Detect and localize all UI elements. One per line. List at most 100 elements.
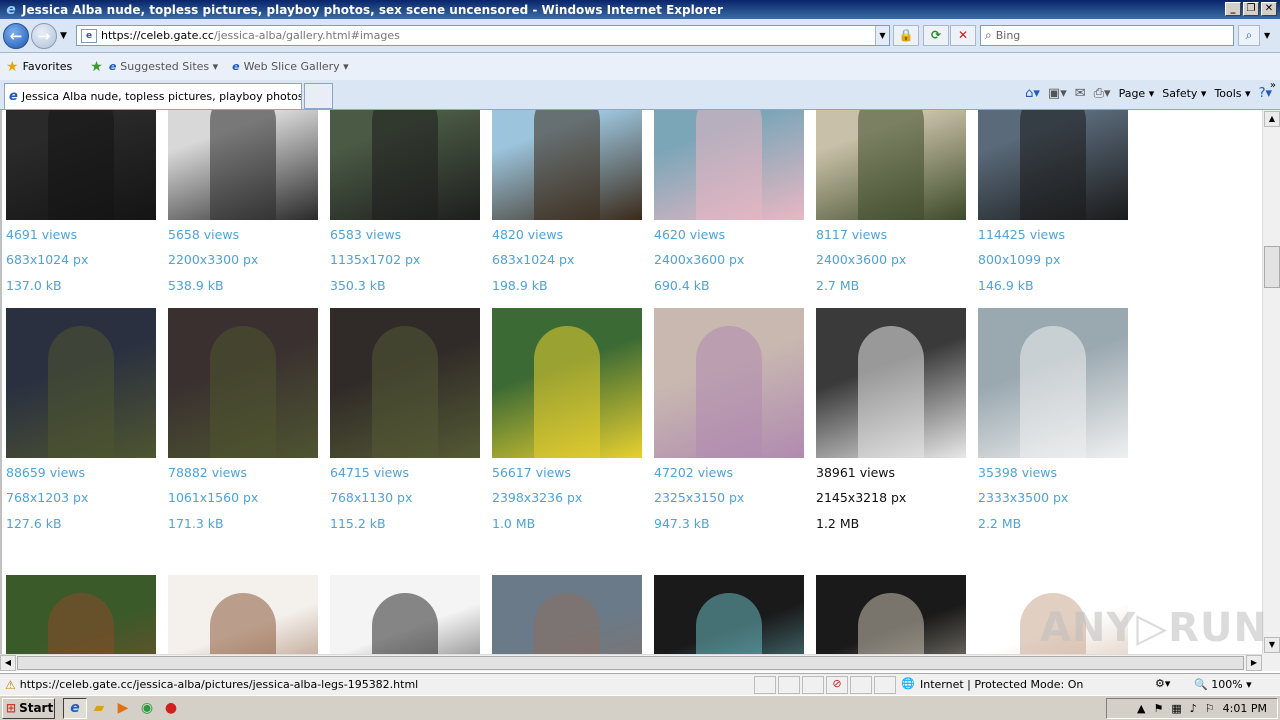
print-icon[interactable]: ⎙▾ <box>1094 86 1111 101</box>
close-button[interactable]: ✕ <box>1261 2 1277 16</box>
image-dimensions[interactable]: 2333x3500 px <box>978 490 1068 505</box>
scroll-right-icon[interactable]: ▶ <box>1246 655 1262 671</box>
home-icon[interactable]: ⌂▾ <box>1025 86 1040 101</box>
search-options-chevron-icon[interactable]: ▼ <box>1264 31 1270 40</box>
page-menu[interactable]: Page ▾ <box>1119 87 1155 100</box>
view-count[interactable]: 78882 views <box>168 465 247 480</box>
gallery-thumbnail[interactable] <box>654 110 804 220</box>
view-count[interactable]: 6583 views <box>330 227 401 242</box>
gallery-thumbnail[interactable] <box>168 308 318 458</box>
file-size[interactable]: 171.3 kB <box>168 516 224 531</box>
horizontal-scroll-thumb[interactable] <box>17 656 1244 670</box>
file-size[interactable]: 115.2 kB <box>330 516 386 531</box>
search-input[interactable]: Bing <box>996 29 1021 42</box>
file-size[interactable]: 2.2 MB <box>978 516 1021 531</box>
file-size[interactable]: 1.2 MB <box>816 516 859 531</box>
toolbar-overflow-icon[interactable]: » <box>1270 80 1276 91</box>
image-dimensions[interactable]: 683x1024 px <box>492 252 574 267</box>
file-size[interactable]: 127.6 kB <box>6 516 62 531</box>
file-size[interactable]: 1.0 MB <box>492 516 535 531</box>
flag-icon[interactable]: ⚐ <box>1205 702 1215 715</box>
gallery-thumbnail[interactable] <box>978 110 1128 220</box>
image-dimensions[interactable]: 768x1130 px <box>330 490 412 505</box>
gallery-thumbnail[interactable] <box>816 575 966 654</box>
gallery-thumbnail[interactable] <box>330 308 480 458</box>
view-count[interactable]: 4820 views <box>492 227 563 242</box>
view-count[interactable]: 5658 views <box>168 227 239 242</box>
image-dimensions[interactable]: 2398x3236 px <box>492 490 582 505</box>
lock-icon[interactable]: 🔒 <box>893 25 919 46</box>
vertical-scroll-thumb[interactable] <box>1264 246 1280 288</box>
view-count[interactable]: 8117 views <box>816 227 887 242</box>
taskbar-media-player-icon[interactable]: ▶ <box>111 698 135 719</box>
new-tab-button[interactable] <box>304 83 333 109</box>
image-dimensions[interactable]: 800x1099 px <box>978 252 1060 267</box>
view-count[interactable]: 35398 views <box>978 465 1057 480</box>
file-size[interactable]: 538.9 kB <box>168 278 224 293</box>
safety-menu[interactable]: Safety ▾ <box>1162 87 1206 100</box>
network-icon[interactable]: ▦ <box>1171 702 1181 715</box>
view-count[interactable]: 47202 views <box>654 465 733 480</box>
address-dropdown-icon[interactable]: ▼ <box>875 26 889 45</box>
image-dimensions[interactable]: 2400x3600 px <box>816 252 906 267</box>
start-button[interactable]: ⊞ Start <box>2 697 55 719</box>
view-count[interactable]: 4620 views <box>654 227 725 242</box>
vertical-scrollbar[interactable]: ▲ ▼ <box>1262 110 1280 654</box>
address-bar[interactable]: e https://celeb.gate.cc/jessica-alba/gal… <box>76 25 890 46</box>
gallery-thumbnail[interactable] <box>6 110 156 220</box>
gallery-thumbnail[interactable] <box>6 308 156 458</box>
feeds-icon[interactable]: ▣▾ <box>1048 86 1067 101</box>
clock[interactable]: 4:01 PM <box>1223 702 1267 715</box>
taskbar-ie-icon[interactable]: e <box>63 697 87 719</box>
search-button[interactable]: ⌕ <box>1238 25 1260 46</box>
view-count[interactable]: 114425 views <box>978 227 1065 242</box>
scroll-left-icon[interactable]: ◀ <box>0 655 16 671</box>
file-size[interactable]: 137.0 kB <box>6 278 62 293</box>
gallery-thumbnail[interactable] <box>492 110 642 220</box>
gallery-thumbnail[interactable] <box>492 308 642 458</box>
image-dimensions[interactable]: 2200x3300 px <box>168 252 258 267</box>
view-count[interactable]: 38961 views <box>816 465 895 480</box>
gallery-thumbnail[interactable] <box>330 110 480 220</box>
security-zone[interactable]: Internet | Protected Mode: On <box>920 678 1083 691</box>
gallery-thumbnail[interactable] <box>816 308 966 458</box>
minimize-button[interactable]: _ <box>1225 2 1241 16</box>
image-dimensions[interactable]: 1061x1560 px <box>168 490 258 505</box>
suggested-sites-button[interactable]: e Suggested Sites ▾ <box>109 60 218 73</box>
gallery-thumbnail[interactable] <box>654 308 804 458</box>
taskbar-avast-icon[interactable]: ● <box>159 698 183 719</box>
image-dimensions[interactable]: 2400x3600 px <box>654 252 744 267</box>
image-dimensions[interactable]: 2325x3150 px <box>654 490 744 505</box>
horizontal-scrollbar[interactable]: ◀ ▶ <box>0 654 1262 671</box>
restore-button[interactable]: ❐ <box>1243 2 1259 16</box>
taskbar-chrome-icon[interactable]: ◉ <box>135 698 159 719</box>
image-dimensions[interactable]: 768x1203 px <box>6 490 88 505</box>
tray-expand-icon[interactable]: ▲ <box>1137 702 1145 715</box>
gallery-thumbnail[interactable] <box>168 575 318 654</box>
refresh-icon[interactable]: ⟳ <box>923 25 949 46</box>
protected-mode-icon[interactable]: ⚙▾ <box>1155 677 1170 690</box>
address-url[interactable]: https://celeb.gate.cc/jessica-alba/galle… <box>101 29 400 42</box>
add-to-favorites-icon[interactable]: ★ <box>90 59 103 75</box>
zoom-level[interactable]: 🔍 100% ▾ <box>1194 678 1252 691</box>
file-size[interactable]: 690.4 kB <box>654 278 710 293</box>
gallery-thumbnail[interactable] <box>6 575 156 654</box>
volume-icon[interactable]: ♪ <box>1190 702 1197 715</box>
forward-button[interactable]: → <box>31 23 57 49</box>
favorites-button[interactable]: ★ Favorites <box>6 59 72 75</box>
view-count[interactable]: 88659 views <box>6 465 85 480</box>
scroll-up-icon[interactable]: ▲ <box>1264 111 1280 127</box>
tab-current[interactable]: e Jessica Alba nude, topless pictures, p… <box>4 83 302 109</box>
popup-blocker-icon[interactable]: ⊘ <box>826 676 848 694</box>
file-size[interactable]: 350.3 kB <box>330 278 386 293</box>
gallery-thumbnail[interactable] <box>330 575 480 654</box>
gallery-thumbnail[interactable] <box>492 575 642 654</box>
back-button[interactable]: ← <box>3 23 29 49</box>
gallery-thumbnail[interactable] <box>654 575 804 654</box>
view-count[interactable]: 4691 views <box>6 227 77 242</box>
search-box[interactable]: ⌕ Bing <box>980 25 1234 46</box>
recent-pages-chevron-icon[interactable]: ▼ <box>60 31 67 41</box>
web-slice-gallery-button[interactable]: e Web Slice Gallery ▾ <box>232 60 349 73</box>
image-dimensions[interactable]: 683x1024 px <box>6 252 88 267</box>
gallery-thumbnail[interactable] <box>978 308 1128 458</box>
